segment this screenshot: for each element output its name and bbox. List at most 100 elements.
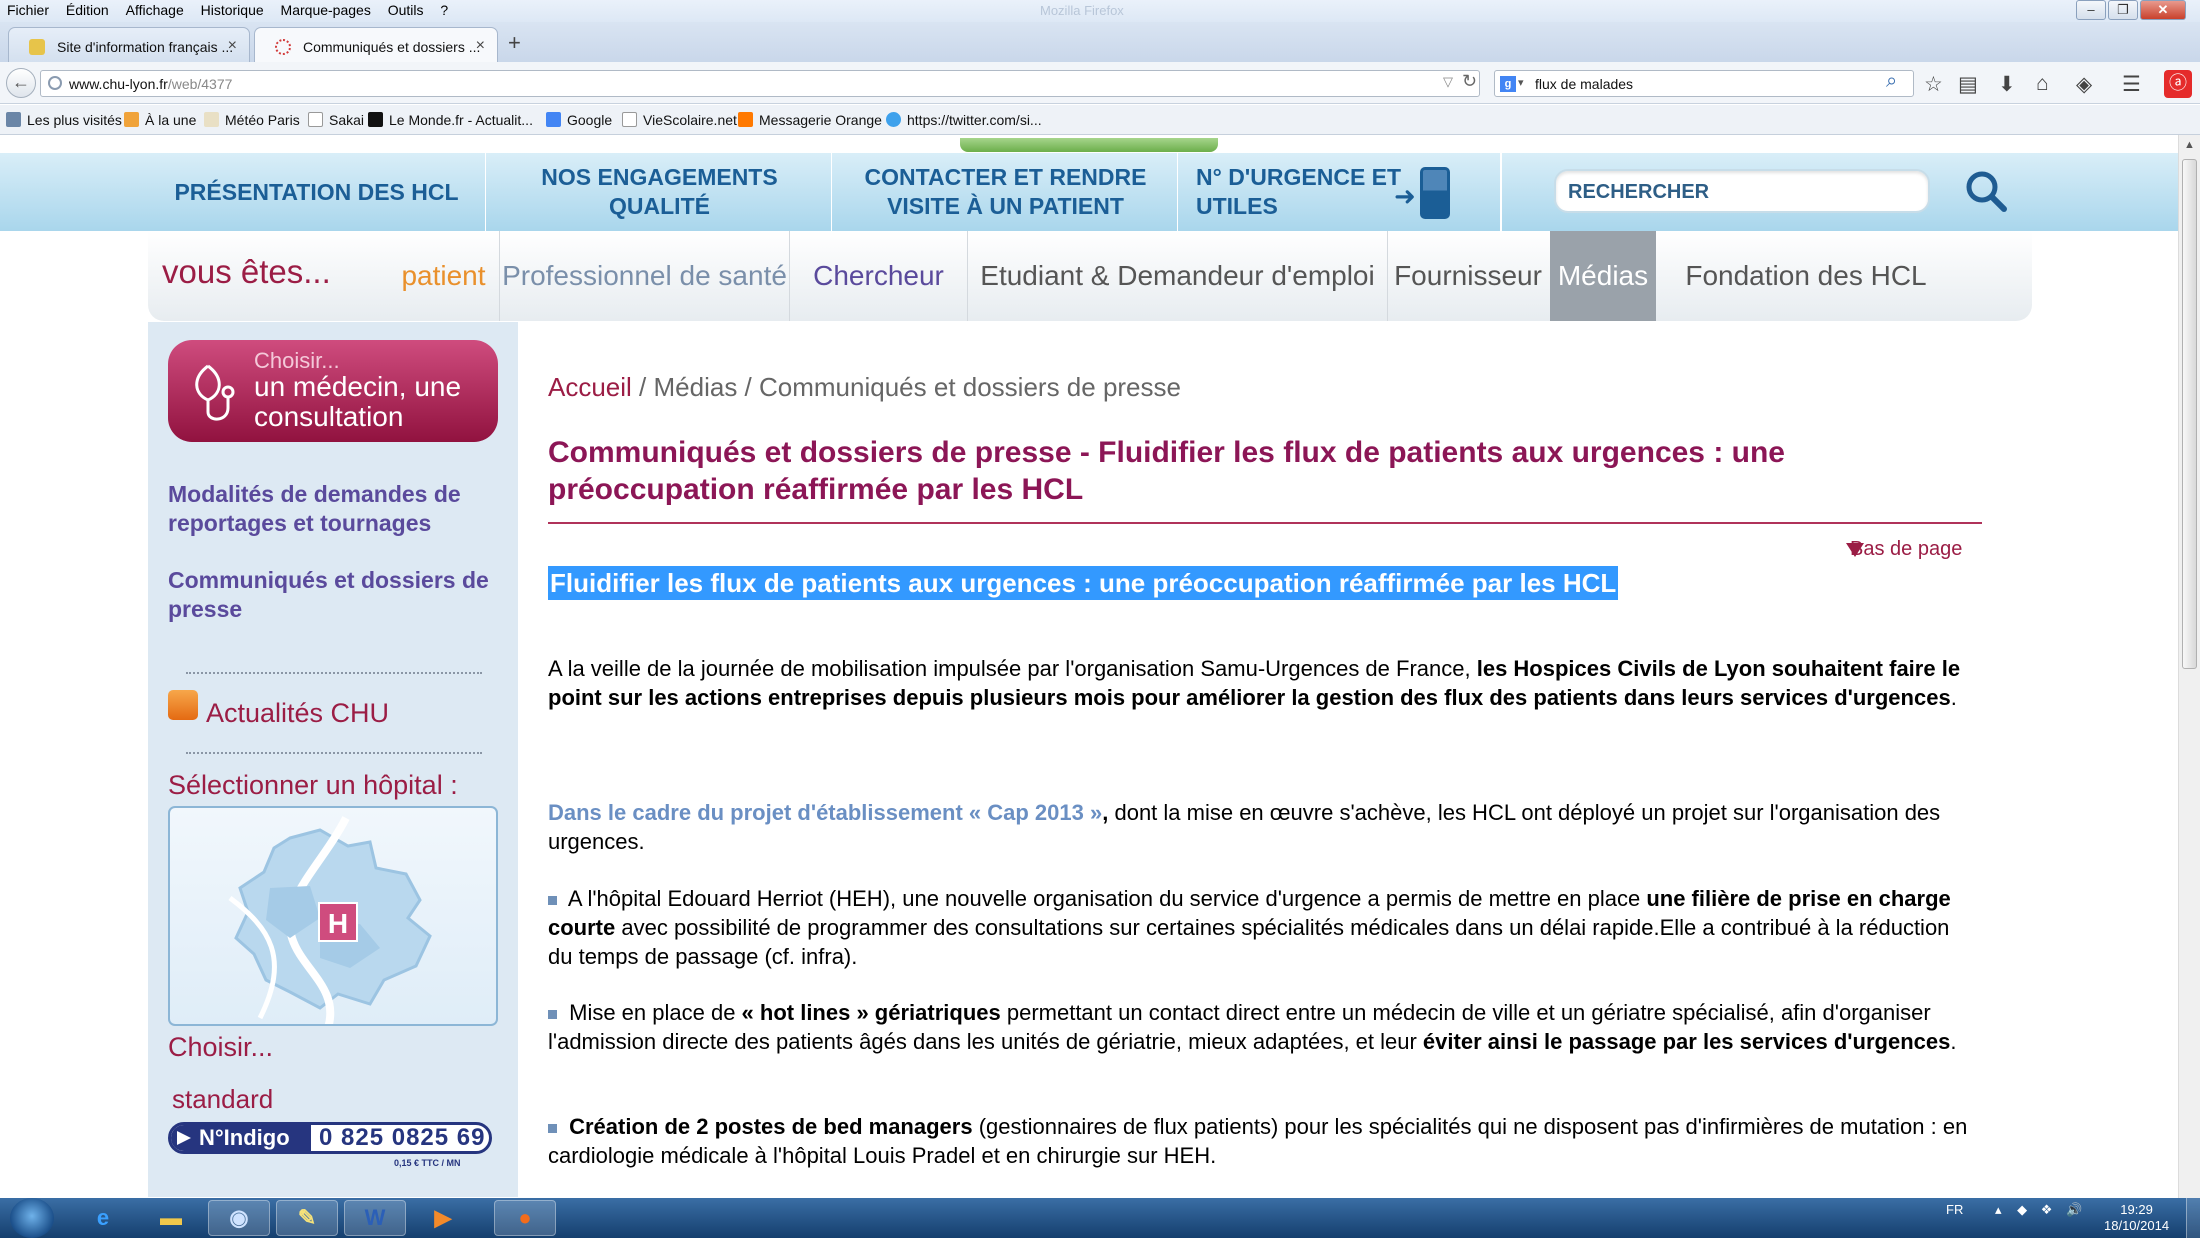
close-window-button[interactable]: ✕ [2140, 0, 2186, 20]
new-tab-button[interactable]: + [508, 30, 521, 56]
bullet-hot-lines: Mise en place de « hot lines » gériatriq… [548, 1000, 1957, 1054]
nav-engagements-qualite[interactable]: NOS ENGAGEMENTS QUALITÉ [488, 153, 832, 231]
search-icon[interactable]: ⌕ [1886, 70, 1897, 93]
tab-site-information[interactable]: Site d'information français ... × [8, 27, 250, 62]
bookmark-sakai[interactable]: Sakai [308, 112, 364, 128]
twitter-icon [886, 112, 901, 127]
audience-etudiant[interactable]: Etudiant & Demandeur d'emploi [968, 231, 1388, 321]
minimize-button[interactable]: – [2076, 0, 2106, 20]
menu-fichier[interactable]: Fichier [0, 0, 49, 18]
indigo-label: N°Indigo [171, 1125, 311, 1151]
breadcrumb-home[interactable]: Accueil [548, 372, 632, 402]
menu-help[interactable]: ? [433, 0, 448, 18]
audience-intro: vous êtes... [162, 253, 331, 290]
nav-urgence[interactable]: N° D'URGENCE ET UTILES [1178, 153, 1500, 231]
paint-app-button[interactable]: ✎ [276, 1200, 338, 1236]
reading-list-icon[interactable]: ▤ [1958, 72, 1978, 97]
menu-affichage[interactable]: Affichage [119, 0, 184, 18]
menu-marque-pages[interactable]: Marque-pages [274, 0, 371, 18]
audience-chercheur[interactable]: Chercheur [790, 231, 968, 321]
scroll-thumb[interactable] [2182, 159, 2197, 669]
bookmark-google[interactable]: Google [546, 112, 612, 128]
audience-medias[interactable]: Médias [1550, 231, 1656, 321]
indigo-phone-badge[interactable]: N°Indigo 0 825 0825 69 [168, 1122, 492, 1154]
firefox-app-button[interactable]: ● [494, 1200, 556, 1236]
network-icon[interactable]: ◆ [2017, 1202, 2027, 1217]
home-icon[interactable]: ⌂ [2036, 72, 2049, 96]
explorer-app-button[interactable]: ▬ [140, 1200, 202, 1236]
sidebar-link-communiques[interactable]: Communiqués et dossiers de presse [168, 566, 508, 624]
url-bar[interactable]: www.chu-lyon.fr/web/4377 [40, 70, 1480, 97]
orange-icon [738, 112, 753, 127]
back-button[interactable]: ← [6, 68, 36, 98]
url-history-dropdown-icon[interactable]: ▽ [1443, 74, 1453, 90]
search-bar[interactable]: flux de malades [1494, 70, 1914, 97]
page-scrollbar[interactable]: ▲ [2178, 135, 2200, 1198]
firefox-app-icon: ● [518, 1205, 532, 1230]
nav-presentation[interactable]: PRÉSENTATION DES HCL [148, 153, 486, 231]
tab-close-icon[interactable]: × [228, 37, 237, 55]
bottom-of-page-link[interactable]: Bas de page [1850, 538, 1962, 561]
breadcrumb: Accueil / Médias / Communiqués et dossie… [548, 372, 1181, 402]
media-player-app-icon: ▶ [434, 1205, 452, 1230]
window-title: Mozilla Firefox [1040, 3, 1124, 18]
bookmark-twitter[interactable]: https://twitter.com/si... [886, 112, 1042, 128]
bookmark-le-monde[interactable]: Le Monde.fr - Actualit... [368, 112, 533, 128]
hospital-map[interactable]: H [168, 806, 498, 1026]
start-button[interactable] [10, 1198, 54, 1238]
search-engine-dropdown-icon[interactable]: ▾ [1518, 76, 1524, 89]
choose-hospital-link[interactable]: Choisir... [168, 1032, 273, 1063]
site-identity-icon[interactable] [48, 76, 62, 90]
pocket-icon[interactable]: ⓐ [2164, 70, 2192, 98]
site-search-input[interactable]: RECHERCHER [1554, 169, 1930, 213]
hospital-marker[interactable]: H [318, 902, 358, 942]
menu-historique[interactable]: Historique [194, 0, 264, 18]
audience-fondation[interactable]: Fondation des HCL [1656, 231, 1956, 321]
breadcrumb-medias[interactable]: Médias [654, 372, 738, 402]
volume-icon[interactable]: 🔊 [2066, 1202, 2082, 1217]
maximize-button[interactable]: ❐ [2108, 0, 2138, 20]
audience-professionnel-sante[interactable]: Professionnel de santé [500, 231, 790, 321]
choose-doctor-button[interactable]: Choisir... un médecin, une consultation [168, 340, 498, 442]
reload-icon[interactable]: ↻ [1462, 71, 1477, 92]
dotted-divider [186, 752, 482, 754]
search-icon[interactable] [1962, 167, 2010, 215]
bookmark-les-plus-visites[interactable]: Les plus visités [6, 112, 122, 128]
tab-title: Communiqués et dossiers ... [303, 39, 481, 55]
bookmark-meteo-paris[interactable]: Météo Paris [204, 112, 300, 128]
media-player-app-button[interactable]: ▶ [412, 1200, 474, 1236]
bookmark-messagerie-orange[interactable]: Messagerie Orange [738, 112, 882, 128]
menu-hamburger-icon[interactable]: ☰ [2122, 72, 2141, 97]
loading-icon [275, 39, 291, 55]
bookmark-star-icon[interactable]: ☆ [1924, 72, 1943, 97]
google-icon[interactable]: g [1500, 76, 1516, 92]
google-icon [546, 112, 561, 127]
thunderbird-app-button[interactable]: ◉ [208, 1200, 270, 1236]
thunderbird-app-icon: ◉ [229, 1205, 249, 1230]
audience-fournisseur[interactable]: Fournisseur [1388, 231, 1548, 321]
ie-app-button[interactable]: e [72, 1200, 134, 1236]
tab-communiques[interactable]: Communiqués et dossiers ... × [254, 27, 498, 62]
bookmark-viescolaire[interactable]: VieScolaire.net [622, 112, 737, 128]
addon-icon[interactable]: ◈ [2076, 72, 2092, 97]
sidebar-link-reportages[interactable]: Modalités de demandes de reportages et t… [168, 480, 508, 538]
indigo-number: 0 825 0825 69 [319, 1124, 486, 1151]
language-indicator[interactable]: FR [1946, 1202, 1963, 1217]
menu-outils[interactable]: Outils [381, 0, 424, 18]
tab-close-icon[interactable]: × [476, 37, 485, 55]
tray-expand-icon[interactable]: ▴ [1995, 1202, 2002, 1217]
scroll-up-icon[interactable]: ▲ [2184, 139, 2195, 151]
dropbox-icon[interactable]: ❖ [2041, 1202, 2053, 1217]
bookmark-a-la-une[interactable]: À la une [124, 112, 196, 128]
menu-edition[interactable]: Édition [59, 0, 109, 18]
nav-contacter-visite[interactable]: CONTACTER ET RENDRE VISITE À UN PATIENT [834, 153, 1178, 231]
word-app-button[interactable]: W [344, 1200, 406, 1236]
back-arrow-icon: ← [12, 72, 30, 92]
download-icon[interactable]: ⬇ [1998, 72, 2016, 97]
folder-icon [6, 112, 21, 127]
actualites-chu-link[interactable]: Actualités CHU [206, 698, 389, 729]
audience-patient[interactable]: patient [388, 231, 500, 321]
rss-icon [124, 112, 139, 127]
system-clock[interactable]: 19:29 18/10/2014 [2104, 1202, 2169, 1234]
show-desktop-button[interactable] [2186, 1198, 2200, 1238]
